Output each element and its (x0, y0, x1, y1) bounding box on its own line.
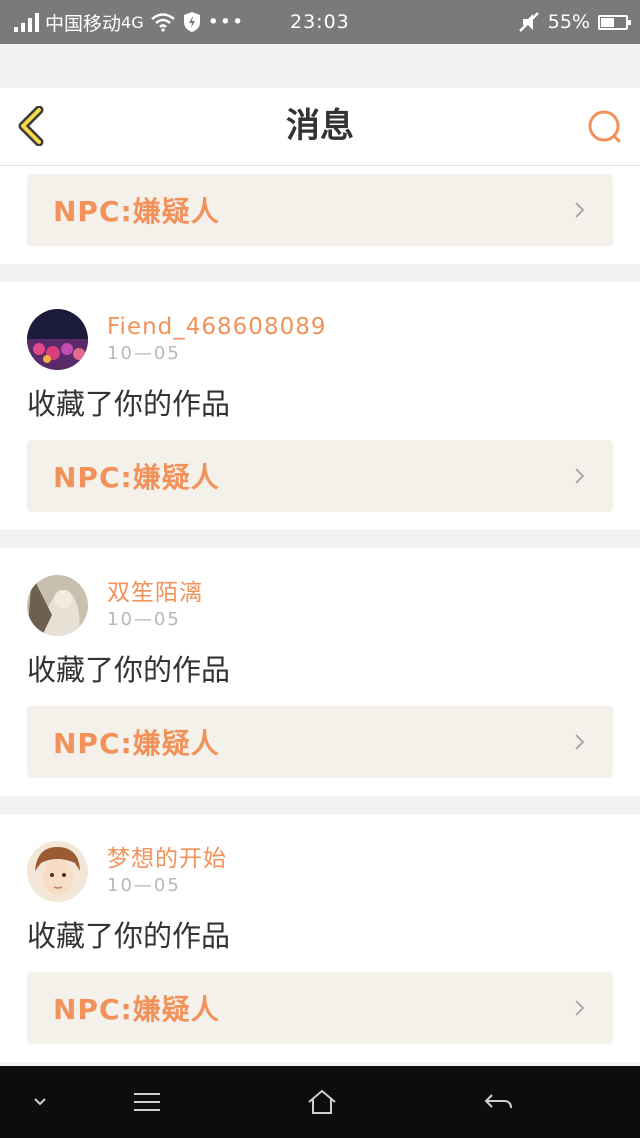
action-text: 收藏了你的作品 (27, 919, 231, 953)
message-card: 梦想的开始 10—05 收藏了你的作品 NPC:嫌疑人 (0, 814, 640, 1062)
back-arrow-icon (484, 1094, 512, 1109)
work-link[interactable]: NPC:嫌疑人 (27, 972, 613, 1044)
mute-icon (518, 12, 539, 32)
user-row: Fiend_468608089 10—05 (27, 282, 613, 370)
status-left: 中国移动 4G ••• (14, 0, 244, 44)
username[interactable]: 梦想的开始 (107, 844, 227, 874)
battery-percent: 55% (547, 11, 590, 33)
message-date: 10—05 (107, 875, 181, 896)
wifi-icon (150, 13, 175, 32)
shield-icon (183, 12, 200, 32)
username[interactable]: 双笙陌漓 (107, 578, 203, 608)
recent-apps-button[interactable] (127, 1084, 167, 1120)
chevron-down-icon (34, 1098, 46, 1106)
message-list[interactable]: NPC:嫌疑人 Fiend_468608089 10—05 收藏了你的作品 NP… (0, 166, 640, 1066)
carrier-label: 中国移动 (45, 12, 122, 35)
status-time: 23:03 (290, 11, 350, 33)
message-date: 10—05 (107, 609, 181, 630)
menu-icon (134, 1093, 160, 1111)
avatar[interactable] (27, 574, 88, 636)
message-date: 10—05 (107, 343, 181, 364)
message-card: NPC:嫌疑人 (0, 166, 640, 264)
page-title: 消息 (286, 106, 354, 146)
back-nav-button[interactable] (478, 1084, 518, 1120)
action-text: 收藏了你的作品 (27, 387, 231, 421)
search-icon (588, 110, 621, 143)
work-title: NPC:嫌疑人 (53, 195, 220, 228)
user-meta: Fiend_468608089 10—05 (107, 312, 326, 366)
chevron-right-icon (575, 202, 585, 218)
top-spacer (0, 44, 640, 88)
user-meta: 梦想的开始 10—05 (107, 844, 227, 898)
hide-nav-button[interactable] (20, 1084, 60, 1120)
work-title: NPC:嫌疑人 (53, 993, 220, 1026)
battery-icon (598, 14, 631, 30)
work-link[interactable]: NPC:嫌疑人 (27, 174, 613, 246)
user-row: 双笙陌漓 10—05 (27, 548, 613, 636)
search-button[interactable] (586, 108, 624, 146)
chevron-right-icon (575, 734, 585, 750)
status-right: 55% (518, 0, 631, 44)
avatar[interactable] (27, 308, 88, 370)
work-link[interactable]: NPC:嫌疑人 (27, 706, 613, 778)
battery-level (601, 17, 615, 27)
message-card: Fiend_468608089 10—05 收藏了你的作品 NPC:嫌疑人 (0, 282, 640, 530)
app-header: 消息 (0, 88, 640, 166)
system-nav-bar (0, 1066, 640, 1138)
user-meta: 双笙陌漓 10—05 (107, 578, 203, 632)
chevron-right-icon (575, 1000, 585, 1016)
network-label: 4G (121, 12, 144, 32)
avatar[interactable] (27, 840, 88, 902)
work-title: NPC:嫌疑人 (53, 461, 220, 494)
status-bar: 中国移动 4G ••• 23:03 55% (0, 0, 640, 44)
more-dots-icon: ••• (207, 11, 245, 33)
work-link[interactable]: NPC:嫌疑人 (27, 440, 613, 512)
home-icon (308, 1089, 336, 1114)
signal-icon (14, 12, 39, 32)
message-card: 双笙陌漓 10—05 收藏了你的作品 NPC:嫌疑人 (0, 548, 640, 796)
work-title: NPC:嫌疑人 (53, 727, 220, 760)
username[interactable]: Fiend_468608089 (107, 312, 326, 342)
action-text: 收藏了你的作品 (27, 653, 231, 687)
chevron-right-icon (575, 468, 585, 484)
user-row: 梦想的开始 10—05 (27, 814, 613, 902)
home-button[interactable] (302, 1084, 342, 1120)
